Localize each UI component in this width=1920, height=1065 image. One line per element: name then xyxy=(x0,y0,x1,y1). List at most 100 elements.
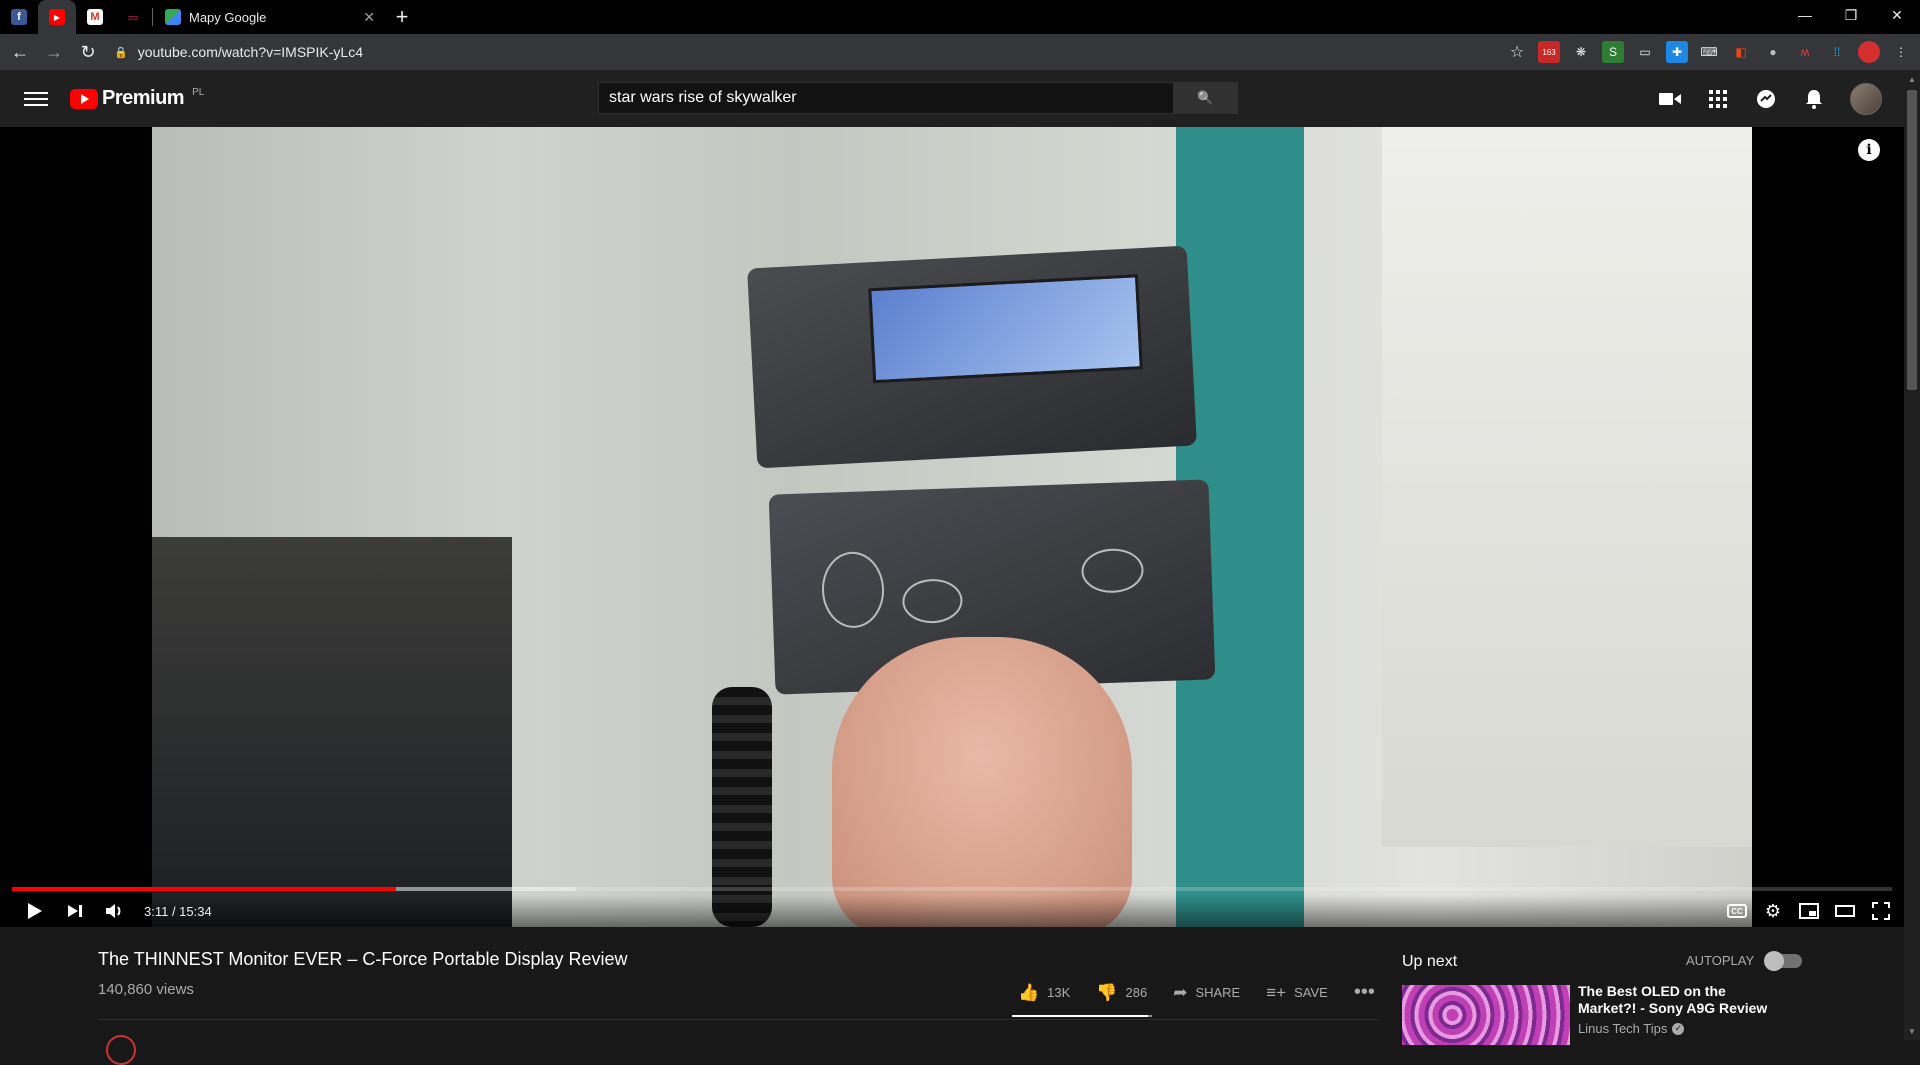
tab-app[interactable]: ▭ xyxy=(114,0,152,34)
chrome-menu-icon[interactable]: ⋮ xyxy=(1890,41,1912,63)
autoplay-toggle[interactable] xyxy=(1764,950,1803,971)
share-arrow-icon: ➦ xyxy=(1173,982,1188,1002)
fullscreen-icon[interactable] xyxy=(1870,900,1892,922)
extension-badge-icon[interactable]: 163 xyxy=(1538,41,1560,63)
section-divider xyxy=(98,1019,1378,1020)
extension-office-icon[interactable]: ◧ xyxy=(1730,41,1752,63)
video-title: The THINNEST Monitor EVER – C-Force Port… xyxy=(98,949,628,969)
share-button[interactable]: ➦ SHARE xyxy=(1173,983,1240,1003)
tab-facebook[interactable]: f xyxy=(0,0,38,34)
tab-google-maps[interactable]: Mapy Google ✕ xyxy=(153,0,385,34)
scroll-up-icon[interactable]: ▲ xyxy=(1904,72,1920,86)
play-icon[interactable] xyxy=(24,900,46,922)
extension-disc-icon[interactable]: ● xyxy=(1762,41,1784,63)
window-controls: — ❐ ✕ xyxy=(1782,0,1920,30)
playlist-add-icon: ≡+ xyxy=(1266,982,1287,1002)
search-button[interactable]: 🔍 xyxy=(1174,82,1238,114)
youtube-logo[interactable]: Premium PL xyxy=(70,87,204,110)
create-video-icon[interactable] xyxy=(1658,87,1682,111)
page-scrollbar[interactable]: ▲ ▼ xyxy=(1904,70,1920,1040)
extension-gear-icon[interactable]: ❋ xyxy=(1570,41,1592,63)
save-button[interactable]: ≡+ SAVE xyxy=(1266,983,1328,1003)
new-tab-button[interactable]: + xyxy=(385,0,419,34)
dislike-button[interactable]: 👎 286 xyxy=(1096,983,1147,1003)
next-video-thumbnail[interactable] xyxy=(1402,985,1570,1045)
next-video-channel-name: Linus Tech Tips xyxy=(1578,1021,1668,1036)
autoplay-label: AUTOPLAY xyxy=(1686,953,1755,968)
search-input[interactable] xyxy=(598,82,1174,114)
browser-tab-bar: f ▶ M ▭ Mapy Google ✕ + — ❐ ✕ xyxy=(0,0,1920,34)
captions-icon[interactable]: CC xyxy=(1726,900,1748,922)
close-tab-icon[interactable]: ✕ xyxy=(363,9,375,26)
time-display: 3:11 / 15:34 xyxy=(144,903,212,919)
tab-title: Mapy Google xyxy=(189,9,267,25)
save-label: SAVE xyxy=(1294,985,1328,1000)
volume-icon[interactable] xyxy=(104,900,126,922)
progress-bar[interactable] xyxy=(12,887,1892,891)
video-frame xyxy=(152,127,1752,927)
extension-mask-icon[interactable]: ʍ xyxy=(1794,41,1816,63)
video-details: The THINNEST Monitor EVER – C-Force Port… xyxy=(0,927,1904,1065)
theater-mode-icon[interactable] xyxy=(1834,900,1856,922)
menu-icon[interactable] xyxy=(24,91,48,106)
restore-icon[interactable]: ❐ xyxy=(1828,0,1874,30)
sentiment-bar xyxy=(1012,1015,1152,1017)
facebook-icon: f xyxy=(11,9,27,25)
messages-icon[interactable] xyxy=(1754,87,1778,111)
scroll-down-icon[interactable]: ▼ xyxy=(1904,1024,1920,1038)
logo-text: Premium xyxy=(102,87,185,109)
extension-s-icon[interactable]: S xyxy=(1602,41,1624,63)
more-horizontal-icon: ••• xyxy=(1353,981,1375,1003)
region-code: PL xyxy=(192,87,205,98)
reload-icon[interactable]: ↻ xyxy=(74,38,102,66)
like-button[interactable]: 👍 13K xyxy=(1018,983,1070,1003)
address-bar[interactable]: 🔒 youtube.com/watch?v=IMSPIK-yLc4 xyxy=(114,38,1474,66)
video-scene-cord xyxy=(712,687,772,927)
lock-icon: 🔒 xyxy=(114,46,128,59)
account-avatar[interactable] xyxy=(1850,82,1882,115)
more-actions-button[interactable]: ••• xyxy=(1354,981,1375,1004)
profile-icon[interactable] xyxy=(1858,41,1880,63)
back-icon[interactable]: ← xyxy=(6,38,34,66)
thumbs-down-icon: 👎 xyxy=(1096,982,1118,1002)
settings-gear-icon[interactable]: ⚙ xyxy=(1762,900,1784,922)
video-player[interactable]: i 3:11 / 15:34 CC ⚙ xyxy=(0,127,1904,927)
youtube-header: Premium PL 🔍 xyxy=(0,70,1904,127)
url-text: youtube.com/watch?v=IMSPIK-yLc4 xyxy=(137,44,363,60)
gmail-icon: M xyxy=(87,9,103,25)
next-video-channel[interactable]: Linus Tech Tips ✓ xyxy=(1578,1021,1685,1036)
search-bar: 🔍 xyxy=(598,82,1238,114)
extension-puzzle-icon[interactable]: ✚ xyxy=(1666,41,1688,63)
video-actions: 👍 13K 👎 286 ➦ SHARE ≡+ SAVE ••• xyxy=(1018,981,1375,1004)
info-icon[interactable]: i xyxy=(1858,139,1880,161)
extension-screen-icon[interactable]: ▭ xyxy=(1634,41,1656,63)
view-count: 140,860 views xyxy=(98,981,194,998)
video-scene-cabinet xyxy=(1382,127,1752,847)
miniplayer-icon[interactable] xyxy=(1798,900,1820,922)
thumbs-up-icon: 👍 xyxy=(1018,982,1040,1002)
extensions-area: ☆ 163 ❋ S ▭ ✚ ⌨ ◧ ● ʍ ⁞⁞ ⋮ xyxy=(1506,41,1912,63)
tab-gmail[interactable]: M xyxy=(76,0,114,34)
player-controls-left: 3:11 / 15:34 xyxy=(0,895,1904,927)
forward-icon[interactable]: → xyxy=(40,38,68,66)
minimize-icon[interactable]: — xyxy=(1782,0,1828,30)
google-maps-icon xyxy=(165,9,181,25)
player-controls-right: CC ⚙ xyxy=(1726,895,1892,927)
bookmark-star-icon[interactable]: ☆ xyxy=(1506,41,1528,63)
verified-icon: ✓ xyxy=(1672,1022,1685,1035)
next-video-title[interactable]: The Best OLED on the Market?! - Sony A9G… xyxy=(1578,983,1788,1017)
notifications-bell-icon[interactable] xyxy=(1802,87,1826,111)
scrollbar-thumb[interactable] xyxy=(1907,90,1917,390)
tab-youtube[interactable]: ▶ xyxy=(38,0,76,34)
next-video-icon[interactable] xyxy=(64,900,86,922)
played-bar xyxy=(12,887,396,891)
close-window-icon[interactable]: ✕ xyxy=(1874,0,1920,30)
dislike-count: 286 xyxy=(1125,985,1148,1000)
extension-grid-icon[interactable]: ⁞⁞ xyxy=(1826,41,1848,63)
browser-toolbar: ← → ↻ 🔒 youtube.com/watch?v=IMSPIK-yLc4 … xyxy=(0,34,1920,70)
video-scene-scale-device xyxy=(747,245,1216,695)
youtube-icon: ▶ xyxy=(49,9,65,25)
extension-keyboard-icon[interactable]: ⌨ xyxy=(1698,41,1720,63)
up-next-heading: Up next xyxy=(1402,953,1458,970)
apps-grid-icon[interactable] xyxy=(1706,87,1730,111)
